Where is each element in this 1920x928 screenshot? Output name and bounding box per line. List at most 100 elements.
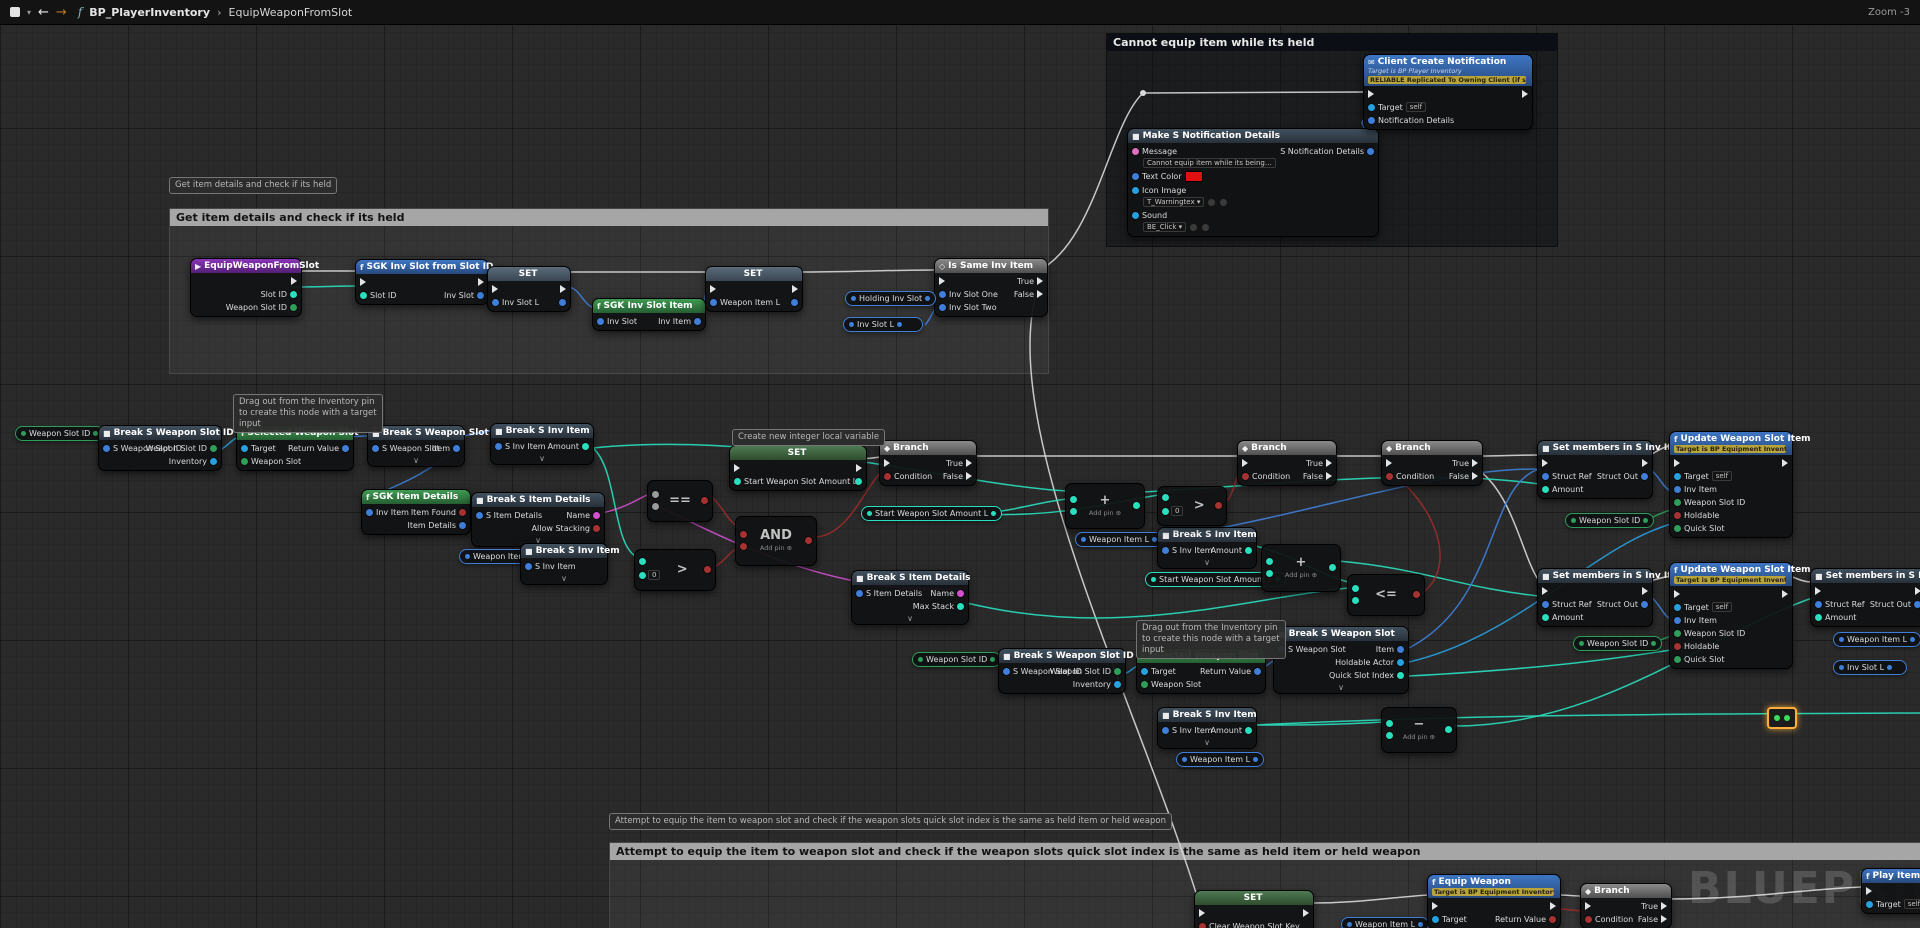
s-weapon-slot-pin-icon[interactable]	[372, 445, 379, 452]
weapon-slot-id-pin-icon[interactable]	[1674, 630, 1681, 637]
struct-ref-pin-icon[interactable]	[1542, 601, 1549, 608]
output-pin-icon[interactable]	[1651, 641, 1656, 646]
exec-pin-icon[interactable]	[1326, 459, 1332, 467]
exec-pin-icon[interactable]	[1661, 915, 1667, 923]
int-pin-icon[interactable]	[1329, 564, 1336, 571]
pin-amount-in[interactable]: Amount	[1542, 612, 1589, 622]
pin-s-weapon-slot-in[interactable]: S Weapon Slot	[372, 443, 427, 453]
target-pin-icon[interactable]	[1141, 668, 1148, 675]
add-pin-button[interactable]: Add pin ⊕	[1397, 733, 1441, 741]
inv-item-pin-icon[interactable]	[366, 509, 373, 516]
exec-pin-icon[interactable]	[360, 278, 366, 286]
pin-exec-out[interactable]	[1303, 908, 1309, 918]
pin-input[interactable]	[652, 491, 659, 498]
pin-inv-item-out[interactable]: Inv Item	[658, 316, 701, 326]
breadcrumb-current[interactable]: EquipWeaponFromSlot	[229, 6, 353, 19]
exec-pin-icon[interactable]	[1642, 587, 1648, 595]
int-pin-icon[interactable]	[1266, 558, 1273, 565]
pin-struct-out[interactable]	[791, 297, 798, 307]
pin-target-in[interactable]: Target	[1141, 666, 1196, 676]
pin-exec-out[interactable]	[792, 284, 798, 294]
pin-weapon-slot-id-in[interactable]: Weapon Slot ID	[1674, 497, 1745, 507]
weapon-slot-pin-icon[interactable]	[1141, 681, 1148, 688]
exec-pin-icon[interactable]	[1915, 587, 1920, 595]
int-pin-icon[interactable]	[1162, 508, 1169, 515]
pin-input[interactable]	[1162, 494, 1183, 501]
output-pin-icon[interactable]	[990, 657, 995, 662]
pin-exec-out[interactable]	[1915, 586, 1920, 596]
pin-condition-in[interactable]: Condition	[1585, 914, 1630, 924]
pin-input[interactable]	[1266, 558, 1273, 565]
pin-quick-slot-index-out[interactable]: Quick Slot Index	[1329, 670, 1404, 680]
exec-pin-icon[interactable]	[1326, 472, 1332, 480]
caret-down-icon[interactable]: ▾	[27, 8, 31, 17]
pin-amount-out[interactable]: Amount	[1211, 725, 1252, 735]
asset-dropdown[interactable]: T_Warningtex ▾	[1143, 197, 1204, 207]
node-add-2[interactable]: +Add pin ⊕	[1261, 544, 1341, 592]
pin-return-value-out[interactable]: Return Value	[1200, 666, 1261, 676]
pin-holdable-in[interactable]: Holdable	[1674, 641, 1745, 651]
quick-slot-pin-icon[interactable]	[1674, 656, 1681, 663]
pin-item-out[interactable]: Item	[432, 443, 460, 453]
pin-target-in[interactable]: Target	[1432, 914, 1467, 924]
expand-arrow-icon[interactable]: ∨	[521, 575, 607, 584]
node-greater-than-1[interactable]: 0>	[634, 549, 716, 591]
pin-condition-in[interactable]: Condition	[1242, 471, 1290, 481]
pin-start-weapon-slot-amount-l-in[interactable]: Start Weapon Slot Amount L	[734, 476, 844, 486]
output-pin-icon[interactable]	[925, 296, 930, 301]
pin-slot-id-out[interactable]: Slot ID	[261, 289, 297, 299]
int-pin-icon[interactable]	[1386, 720, 1393, 727]
slot-id-pin-icon[interactable]	[290, 291, 297, 298]
pin-false-out[interactable]: False	[1014, 289, 1043, 299]
node-branch-1[interactable]: ◆BranchConditionTrueFalse	[879, 440, 977, 486]
weapon-slot-id-pin-icon[interactable]	[1674, 499, 1681, 506]
inv-item-pin-icon[interactable]	[1674, 486, 1681, 493]
node-add-1[interactable]: +Add pin ⊕	[1065, 483, 1145, 529]
node-set-start-weapon-slot-amount-l[interactable]: SETStart Weapon Slot Amount L	[729, 445, 867, 491]
s-weapon-slot-id-pin-icon[interactable]	[1003, 668, 1010, 675]
condition-pin-icon[interactable]	[1242, 473, 1249, 480]
inv-slot-pin-icon[interactable]	[597, 318, 604, 325]
node-client-create-notification[interactable]: ✉Client Create NotificationTarget is BP …	[1363, 54, 1533, 130]
output-pin-icon[interactable]	[1253, 757, 1258, 762]
expand-arrow-icon[interactable]: ∨	[1274, 684, 1408, 693]
pin-struct-out-out[interactable]: Struct Out	[1597, 471, 1648, 481]
weapon-slot-id-pin-icon[interactable]	[290, 304, 297, 311]
pin-struct-out-out[interactable]: Struct Out	[1597, 599, 1648, 609]
node-break-s-weapon-slot-id-2[interactable]: ■Break S Weapon Slot IDS Weapon Slot IDW…	[998, 648, 1126, 694]
target-pin-icon[interactable]	[1674, 604, 1681, 611]
pin-exec-out[interactable]	[1550, 901, 1556, 911]
back-button[interactable]: ←	[38, 5, 49, 20]
s-inv-item-pin-icon[interactable]	[1162, 547, 1169, 554]
bool-pin-icon[interactable]	[1215, 502, 1222, 509]
comment-title[interactable]: Attempt to equip the item to weapon slot…	[610, 843, 1920, 860]
max-stack-pin-icon[interactable]	[957, 603, 964, 610]
node-set-inv-slot-l[interactable]: SETInv Slot L	[487, 266, 571, 312]
value-field[interactable]: self	[1406, 102, 1426, 112]
s-item-details-pin-icon[interactable]	[856, 590, 863, 597]
exec-pin-icon[interactable]	[478, 278, 484, 286]
varget-weapon-slot-id-get-4[interactable]: Weapon Slot ID	[912, 652, 1001, 667]
varget-start-weapon-slot-amount-l-get-1[interactable]: Start Weapon Slot Amount L	[861, 506, 1002, 521]
pin-exec-in[interactable]	[1432, 901, 1467, 911]
int-pin-icon[interactable]	[1162, 494, 1169, 501]
pin-amount-in[interactable]: Amount	[1815, 612, 1862, 622]
exec-pin-icon[interactable]	[492, 285, 498, 293]
pin-true-out[interactable]: True	[1641, 901, 1667, 911]
add-pin-button[interactable]: Add pin ⊕	[1081, 509, 1129, 517]
browse-icon[interactable]	[1207, 198, 1216, 207]
exec-pin-icon[interactable]	[939, 277, 945, 285]
return-value-pin-icon[interactable]	[1549, 916, 1556, 923]
pin-exec-in[interactable]	[1199, 908, 1291, 918]
varget-inv-slot-l-get-1[interactable]: Inv Slot L	[843, 317, 923, 332]
pin-s-inv-item-in[interactable]: S Inv Item	[1162, 725, 1206, 735]
target-pin-icon[interactable]	[241, 445, 248, 452]
node-break-s-inv-item-4[interactable]: ■Break S Inv ItemS Inv ItemAmount∨	[1157, 707, 1257, 749]
pin-inventory-out[interactable]: Inventory	[1073, 679, 1121, 689]
item-details-pin-icon[interactable]	[459, 522, 466, 529]
pin-condition-in[interactable]: Condition	[1386, 471, 1434, 481]
pin-true-out[interactable]: True	[1452, 458, 1478, 468]
node-selected-reroute[interactable]	[1767, 707, 1797, 729]
exec-pin-icon[interactable]	[966, 472, 972, 480]
exec-pin-icon[interactable]	[792, 285, 798, 293]
